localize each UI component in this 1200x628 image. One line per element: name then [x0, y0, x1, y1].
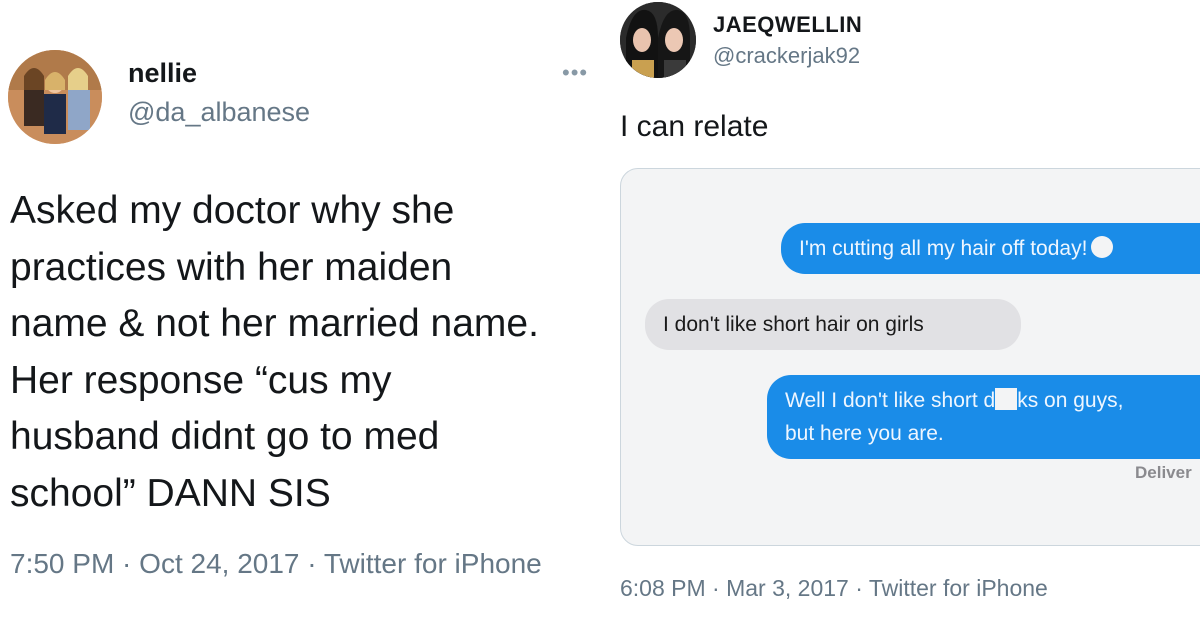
tweet-timestamp[interactable]: 6:08 PM · Mar 3, 2017 · Twitter for iPho… — [620, 575, 1048, 602]
message-text: I don't like short hair on girls — [663, 313, 924, 336]
avatar-photo-icon — [8, 50, 102, 144]
tweet-jaeqwellin: JAEQWELLIN @crackerjak92 I can relate I'… — [602, 0, 1200, 628]
delivery-status: Deliver — [1135, 463, 1192, 482]
display-name[interactable]: JAEQWELLIN — [713, 12, 862, 38]
attached-screenshot[interactable]: I'm cutting all my hair off today! I don… — [620, 168, 1200, 546]
user-handle[interactable]: @da_albanese — [128, 97, 310, 128]
more-options-icon[interactable]: ••• — [562, 60, 588, 86]
message-text: ks on guys, — [1017, 389, 1124, 412]
message-bubble-outgoing: I'm cutting all my hair off today! — [781, 223, 1200, 274]
tweet-timestamp[interactable]: 7:50 PM · Oct 24, 2017 · Twitter for iPh… — [10, 548, 542, 580]
tweet-text: I can relate — [620, 110, 769, 143]
message-text: but here you are. — [785, 422, 944, 445]
message-bubble-incoming: I don't like short hair on girls — [645, 299, 1021, 350]
message-text: I'm cutting all my hair off today! — [799, 237, 1088, 260]
censor-block — [995, 388, 1018, 410]
avatar-photo-icon — [620, 2, 696, 78]
message-bubble-outgoing: Well I don't like short d ks on guys, but … — [767, 375, 1200, 459]
tweet-nellie: nellie @da_albanese ••• Asked my doctor … — [0, 0, 602, 628]
user-avatar[interactable] — [620, 2, 696, 78]
tweet-text: Asked my doctor why she practices with h… — [10, 189, 539, 515]
user-handle[interactable]: @crackerjak92 — [713, 43, 860, 69]
message-text: Well I don't like short d — [785, 389, 996, 412]
display-name[interactable]: nellie — [128, 58, 197, 89]
smiley-emoji-icon — [1091, 236, 1114, 258]
user-avatar[interactable] — [8, 50, 102, 144]
